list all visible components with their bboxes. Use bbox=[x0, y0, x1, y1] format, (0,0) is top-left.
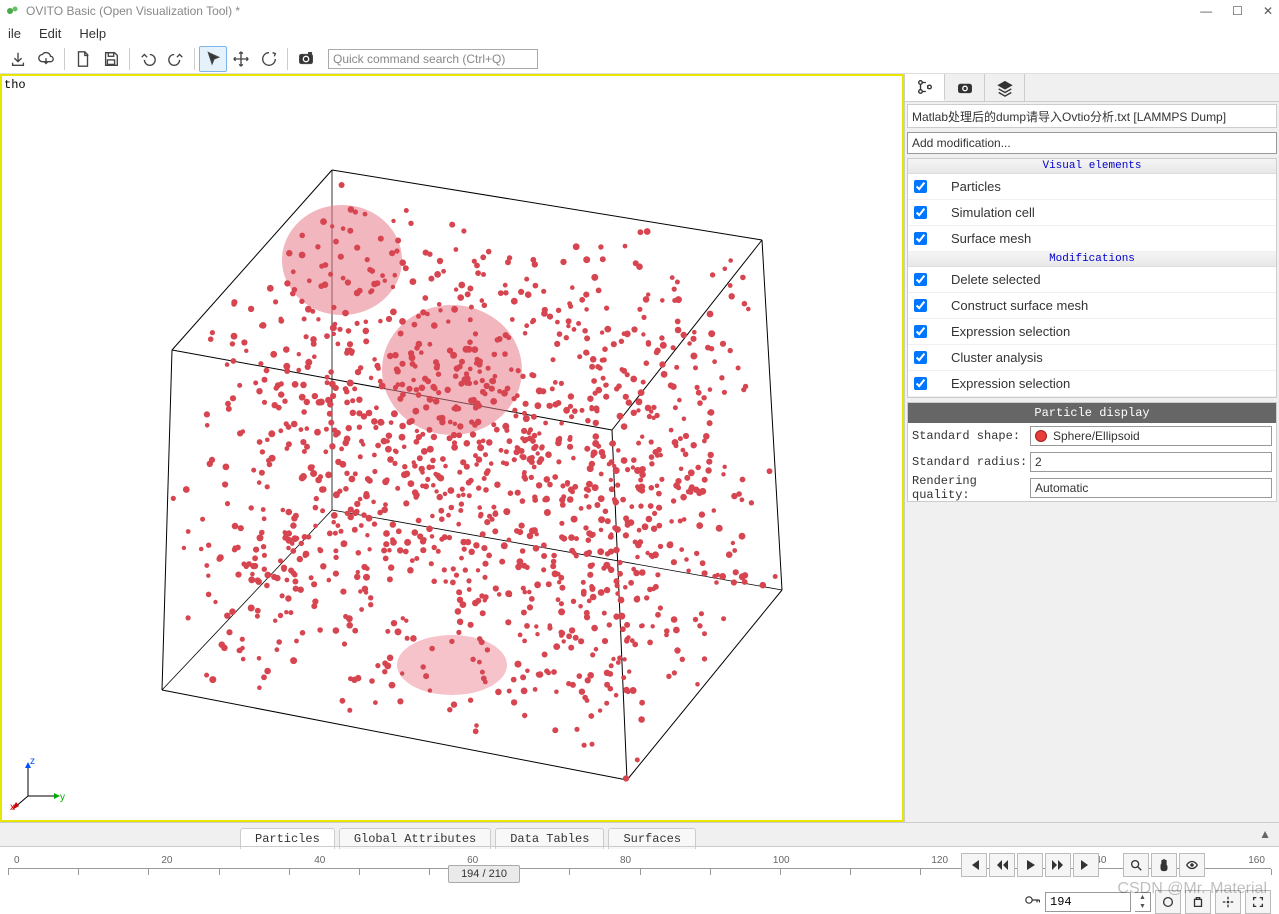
tab-render-icon[interactable] bbox=[945, 74, 985, 101]
enable-checkbox[interactable] bbox=[914, 351, 927, 364]
svg-text:z: z bbox=[30, 756, 35, 767]
window-title: OVITO Basic (Open Visualization Tool) * bbox=[26, 4, 240, 18]
radius-input[interactable]: 2 bbox=[1030, 452, 1272, 472]
redo-icon[interactable] bbox=[162, 46, 190, 72]
rotate-icon[interactable] bbox=[255, 46, 283, 72]
pipeline-item[interactable]: Cluster analysis bbox=[908, 345, 1276, 371]
search-input[interactable]: Quick command search (Ctrl+Q) bbox=[328, 49, 538, 69]
enable-checkbox[interactable] bbox=[914, 377, 927, 390]
toolbar: Quick command search (Ctrl+Q) bbox=[0, 44, 1279, 74]
pipeline-item[interactable]: Expression selection bbox=[908, 319, 1276, 345]
zoom-icon[interactable] bbox=[1123, 853, 1149, 877]
shape-dropdown[interactable]: Sphere/Ellipsoid bbox=[1030, 426, 1272, 446]
chevron-up-icon[interactable]: ▲ bbox=[1259, 827, 1271, 841]
goto-start-icon[interactable] bbox=[961, 853, 987, 877]
property-panel: Particle display Standard shape: Sphere/… bbox=[907, 402, 1277, 502]
tick-label: 40 bbox=[314, 855, 325, 866]
menu-help[interactable]: Help bbox=[79, 26, 106, 41]
data-inspector-tabs: ParticlesGlobal AttributesData TablesSur… bbox=[0, 822, 1279, 846]
enable-checkbox[interactable] bbox=[914, 325, 927, 338]
viewport-label: tho bbox=[4, 78, 26, 92]
render-icon[interactable] bbox=[292, 46, 320, 72]
cloud-import-icon[interactable] bbox=[32, 46, 60, 72]
new-file-icon[interactable] bbox=[69, 46, 97, 72]
item-label: Delete selected bbox=[951, 272, 1041, 287]
section-visual-elements: Visual elements bbox=[908, 159, 1276, 174]
tick-label: 0 bbox=[14, 855, 20, 866]
step-back-icon[interactable] bbox=[989, 853, 1015, 877]
tab-layers-icon[interactable] bbox=[985, 74, 1025, 101]
undo-icon[interactable] bbox=[134, 46, 162, 72]
visibility-checkbox[interactable] bbox=[914, 206, 927, 219]
move-icon[interactable] bbox=[227, 46, 255, 72]
item-label: Particles bbox=[951, 179, 1001, 194]
pipeline-item[interactable]: Delete selected bbox=[908, 267, 1276, 293]
step-forward-icon[interactable] bbox=[1045, 853, 1071, 877]
visibility-checkbox[interactable] bbox=[914, 232, 927, 245]
cursor-icon[interactable] bbox=[199, 46, 227, 72]
tick-label: 80 bbox=[620, 855, 631, 866]
titlebar: OVITO Basic (Open Visualization Tool) * … bbox=[0, 0, 1279, 22]
viewport[interactable]: tho z y bbox=[0, 74, 904, 822]
tick-label: 120 bbox=[931, 855, 948, 866]
enable-checkbox[interactable] bbox=[914, 273, 927, 286]
tick-label: 60 bbox=[467, 855, 478, 866]
radius-label: Standard radius: bbox=[912, 455, 1030, 469]
tab-pipeline-icon[interactable] bbox=[905, 74, 945, 101]
side-panel: Matlab处理后的dump请导入Ovtio分析.txt [LAMMPS Dum… bbox=[904, 74, 1279, 822]
horizontal-scrollbar[interactable]: ◀▶ bbox=[908, 397, 1276, 398]
pipeline-item[interactable]: Simulation cell bbox=[908, 200, 1276, 226]
eye-icon[interactable] bbox=[1179, 853, 1205, 877]
save-icon[interactable] bbox=[97, 46, 125, 72]
svg-text:y: y bbox=[60, 792, 65, 803]
menubar: ile Edit Help bbox=[0, 22, 1279, 44]
item-label: Simulation cell bbox=[951, 205, 1035, 220]
add-modification-dropdown[interactable]: Add modification... bbox=[907, 132, 1277, 154]
item-label: Expression selection bbox=[951, 376, 1070, 391]
goto-end-icon[interactable] bbox=[1073, 853, 1099, 877]
shape-label: Standard shape: bbox=[912, 429, 1030, 443]
tick-label: 20 bbox=[161, 855, 172, 866]
file-path[interactable]: Matlab处理后的dump请导入Ovtio分析.txt [LAMMPS Dum… bbox=[907, 104, 1277, 128]
app-icon bbox=[6, 4, 20, 18]
pipeline-item[interactable]: Expression selection bbox=[908, 371, 1276, 397]
timeline: 020406080100120140160 194 / 210 ▲▼ bbox=[0, 846, 1279, 902]
simulation-view bbox=[82, 80, 842, 820]
item-label: Surface mesh bbox=[951, 231, 1031, 246]
menu-edit[interactable]: Edit bbox=[39, 26, 61, 41]
import-icon[interactable] bbox=[4, 46, 32, 72]
pipeline-item[interactable]: Construct surface mesh bbox=[908, 293, 1276, 319]
tick-label: 100 bbox=[773, 855, 790, 866]
watermark: CSDN @Mr. Material bbox=[1117, 880, 1267, 898]
pipeline-item[interactable]: Particles bbox=[908, 174, 1276, 200]
item-label: Construct surface mesh bbox=[951, 298, 1088, 313]
pan-icon[interactable] bbox=[1151, 853, 1177, 877]
maximize-button[interactable]: ☐ bbox=[1232, 4, 1243, 18]
tick-label: 160 bbox=[1248, 855, 1265, 866]
slider-thumb[interactable]: 194 / 210 bbox=[448, 865, 520, 883]
play-icon[interactable] bbox=[1017, 853, 1043, 877]
quality-dropdown[interactable]: Automatic bbox=[1030, 478, 1272, 498]
close-button[interactable]: ✕ bbox=[1263, 4, 1273, 18]
pipeline-item[interactable]: Surface mesh bbox=[908, 226, 1276, 252]
axis-gizmo: z y x bbox=[10, 752, 70, 812]
quality-label: Rendering quality: bbox=[912, 474, 1030, 502]
visibility-checkbox[interactable] bbox=[914, 180, 927, 193]
enable-checkbox[interactable] bbox=[914, 299, 927, 312]
property-panel-header: Particle display bbox=[908, 403, 1276, 423]
item-label: Expression selection bbox=[951, 324, 1070, 339]
minimize-button[interactable]: — bbox=[1200, 4, 1212, 18]
section-modifications: Modifications bbox=[908, 252, 1276, 267]
item-label: Cluster analysis bbox=[951, 350, 1043, 365]
svg-text:x: x bbox=[10, 802, 15, 812]
menu-file[interactable]: ile bbox=[8, 26, 21, 41]
pipeline-list: Visual elements Particles Simulation cell… bbox=[907, 158, 1277, 398]
